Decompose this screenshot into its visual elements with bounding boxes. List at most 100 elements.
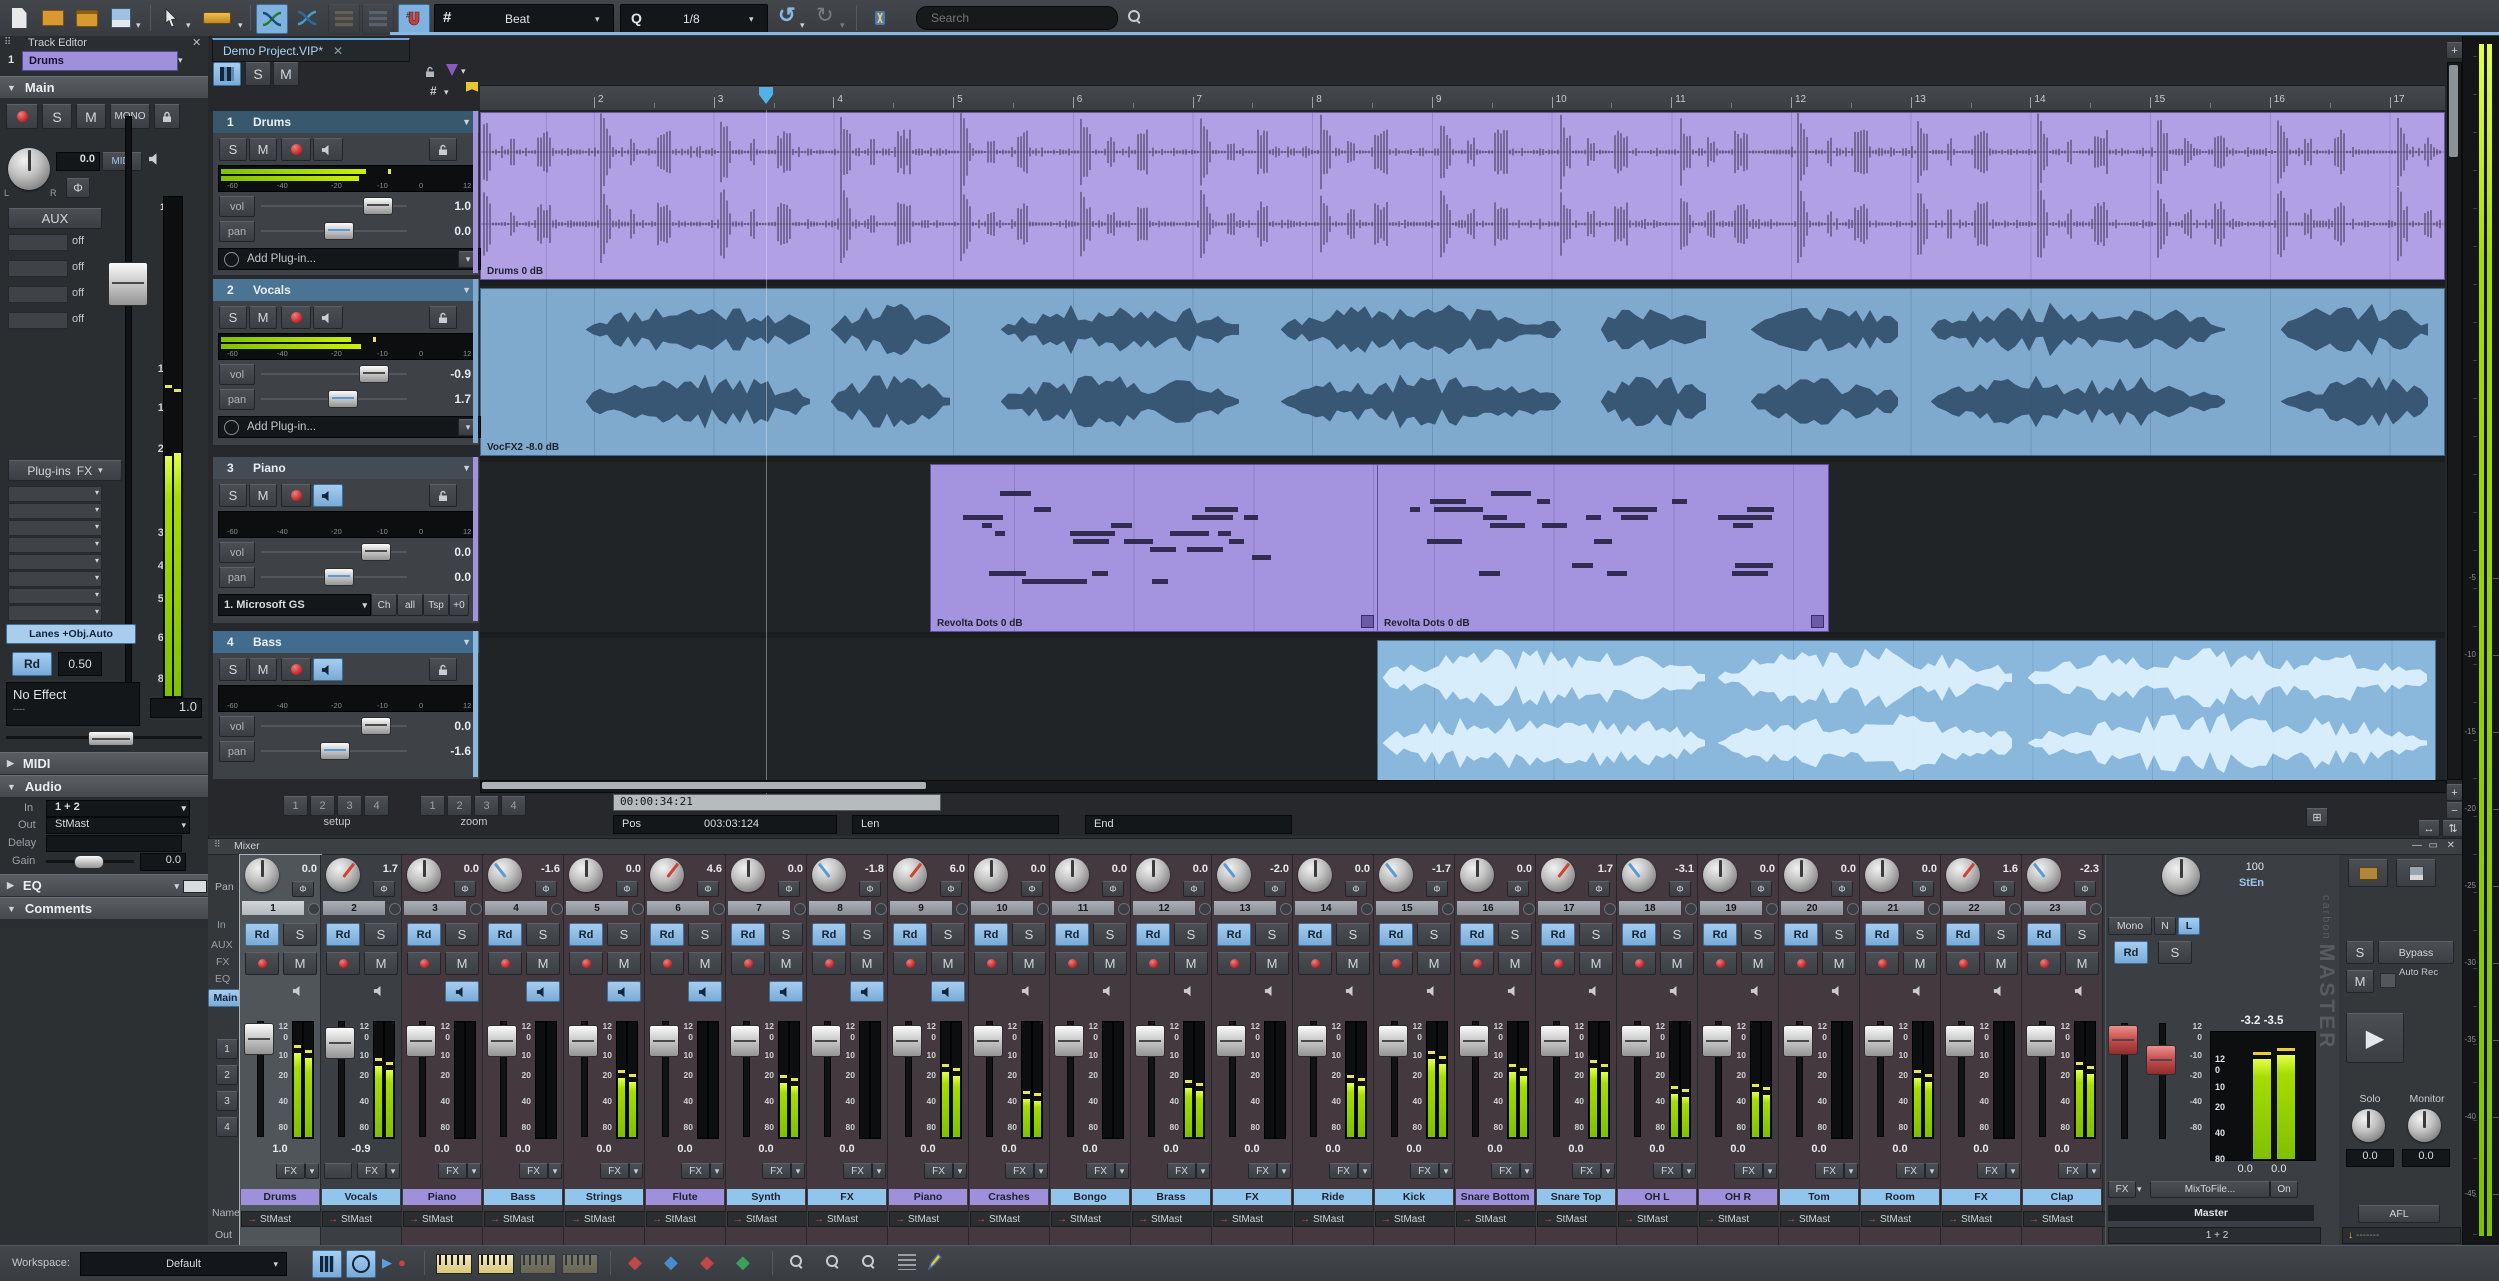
zoom-in-wave-button[interactable] <box>790 1255 802 1267</box>
monitor-button[interactable] <box>688 981 722 1002</box>
mini-record-icon[interactable]: ● <box>398 1255 406 1270</box>
channel-out[interactable]: → StMast <box>322 1211 405 1227</box>
list-view-button[interactable] <box>898 1254 916 1270</box>
plugin-slot-caret[interactable]: ▾ <box>95 505 99 514</box>
monitor-button[interactable] <box>2065 981 2097 1000</box>
plugin-slot[interactable]: ▾ <box>8 520 102 536</box>
track-header-bass[interactable]: 4 Bass ▼ S M -60 -40 -20 -10 0 12 vol 0.0 pan… <box>212 630 480 780</box>
audio-object-vocals[interactable]: VocFX2 -8.0 dB <box>480 288 2445 456</box>
plugin-slot-caret[interactable]: ▾ <box>95 488 99 497</box>
fit-project-button[interactable]: ⊞ <box>2306 808 2328 827</box>
track-record-button[interactable] <box>281 306 311 329</box>
arrange-zoom-button-4[interactable]: 4 <box>501 796 526 816</box>
input-select-icon[interactable] <box>794 903 806 915</box>
track-solo-button[interactable]: S <box>219 306 247 329</box>
plugin-power-icon[interactable] <box>224 251 239 267</box>
fx-button[interactable]: FX <box>1896 1163 1925 1179</box>
automation-read-button[interactable]: Rd <box>1865 923 1899 946</box>
volume-fader-track[interactable] <box>125 116 132 703</box>
track-lock-button[interactable] <box>429 306 457 329</box>
channel-out[interactable]: → StMast <box>1618 1211 1701 1227</box>
phase-button[interactable]: Φ <box>616 881 638 897</box>
solo-button[interactable]: S <box>283 923 317 946</box>
v-scrollbar-track[interactable] <box>2447 62 2462 780</box>
automation-read-button[interactable]: Rd <box>893 923 927 946</box>
monitor-button[interactable] <box>1984 981 2016 1000</box>
phase-button[interactable]: Φ <box>1831 881 1853 897</box>
open-folder-button[interactable] <box>40 5 66 31</box>
monitor-button[interactable] <box>850 981 884 1002</box>
track-monitor-button[interactable] <box>313 658 343 681</box>
open-project-button[interactable] <box>74 5 100 31</box>
channel-name[interactable]: Piano <box>403 1189 481 1205</box>
record-arm-button[interactable] <box>1460 952 1494 975</box>
new-file-button[interactable] <box>6 5 32 31</box>
automation-read-button[interactable]: Rd <box>650 923 684 946</box>
snap-toggle-button[interactable]: # <box>398 4 430 34</box>
record-arm-button[interactable] <box>1217 952 1251 975</box>
marker-flag-icon[interactable] <box>466 82 478 92</box>
automation-read-button[interactable]: Rd <box>1055 923 1089 946</box>
maximize-icon[interactable]: ▭ <box>2429 840 2438 851</box>
plugin-slot[interactable]: ▾ <box>8 588 102 604</box>
pan-knob[interactable] <box>1865 858 1899 892</box>
channel-name[interactable]: OH R <box>1699 1189 1777 1205</box>
zoom-out-button[interactable]: − <box>2446 802 2463 819</box>
fx-caret[interactable]: ▾ <box>629 1163 643 1179</box>
track-collapse-caret[interactable]: ▼ <box>462 117 471 127</box>
mixer-group-button-3[interactable]: 3 <box>216 1091 238 1111</box>
automation-read-button[interactable]: Rd <box>1703 923 1737 946</box>
automation-read-button[interactable]: Rd <box>1136 923 1170 946</box>
channel-out[interactable]: → StMast <box>1132 1211 1215 1227</box>
aux-send-slot[interactable] <box>8 260 68 277</box>
track-mute-button[interactable]: M <box>249 658 277 681</box>
channel-out[interactable]: → StMast <box>484 1211 567 1227</box>
fx-button[interactable]: FX <box>438 1163 467 1179</box>
monitor-button[interactable] <box>445 981 479 1002</box>
channel-out[interactable]: → StMast <box>1294 1211 1377 1227</box>
drum-editor-icon[interactable] <box>520 1254 556 1274</box>
channel-out[interactable]: → StMast <box>565 1211 648 1227</box>
aux-send-value[interactable]: off <box>72 287 84 299</box>
fx-button[interactable]: FX <box>1734 1163 1763 1179</box>
lock-toggle-icon[interactable] <box>424 66 436 81</box>
fader-handle[interactable] <box>325 1027 355 1059</box>
fx-caret[interactable]: ▾ <box>1115 1163 1129 1179</box>
h-scrollbar-track[interactable] <box>480 780 2447 793</box>
draw-tool-button[interactable] <box>200 5 234 31</box>
channel-name[interactable]: Vocals <box>322 1189 400 1205</box>
input-select-icon[interactable] <box>1118 903 1130 915</box>
snap-mode-value[interactable]: Beat <box>505 12 530 26</box>
mute-button[interactable]: M <box>1660 952 1694 975</box>
phase-button[interactable]: Φ <box>66 178 90 198</box>
phase-button[interactable]: Φ <box>1912 881 1934 897</box>
aux-send-slot[interactable] <box>8 286 68 303</box>
input-select-icon[interactable] <box>470 903 482 915</box>
automation-mode-button[interactable]: Rd <box>12 652 52 676</box>
mute-button[interactable]: M <box>1984 952 2018 975</box>
panel-drag-handle[interactable]: ⠿ <box>4 37 11 48</box>
object-sync-icon[interactable]: ◆ <box>664 1252 678 1273</box>
pan-knob[interactable] <box>1055 858 1089 892</box>
pan-slider-handle[interactable] <box>320 742 351 760</box>
channel-out[interactable]: → StMast <box>1699 1211 1782 1227</box>
channel-number[interactable]: 6 <box>647 901 709 915</box>
channel-out[interactable]: → StMast <box>1051 1211 1134 1227</box>
fx-button[interactable]: FX <box>1491 1163 1520 1179</box>
channel-name[interactable]: Room <box>1861 1189 1939 1205</box>
input-select-icon[interactable] <box>713 903 725 915</box>
pan-knob[interactable] <box>326 858 360 892</box>
automation-read-button[interactable]: Rd <box>1298 923 1332 946</box>
gain-slider-handle[interactable] <box>74 855 104 869</box>
pan-knob[interactable] <box>1217 858 1251 892</box>
mixer-group-button-4[interactable]: 4 <box>216 1117 238 1137</box>
automation-read-button[interactable]: Rd <box>1541 923 1575 946</box>
plugin-slot-caret[interactable]: ▾ <box>95 607 99 616</box>
bypass-button[interactable]: Bypass <box>2378 941 2454 964</box>
master-fader-handle-right[interactable] <box>2146 1045 2176 1075</box>
automation-read-button[interactable]: Rd <box>326 923 360 946</box>
track-mute-button[interactable]: M <box>249 306 277 329</box>
record-arm-button[interactable] <box>2027 952 2061 975</box>
record-arm-button[interactable] <box>1541 952 1575 975</box>
record-arm-button[interactable] <box>974 952 1008 975</box>
